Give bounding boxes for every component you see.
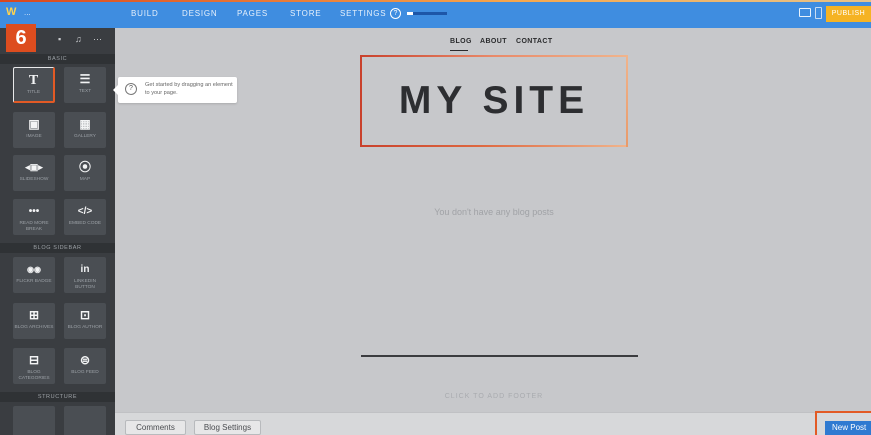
active-nav-underline [450, 50, 468, 51]
more-icon[interactable]: ⋯ [93, 34, 102, 45]
site-title-box[interactable]: MY SITE [360, 55, 628, 147]
image-icon: ▣ [28, 117, 40, 131]
progress-fill [407, 12, 413, 15]
tile-label: BLOG AUTHOR [67, 325, 103, 330]
topbar-accent-stripe [0, 0, 871, 2]
tile-blog-feed[interactable]: ⊜ BLOG FEED [64, 348, 106, 384]
editor-window: W ... BUILD DESIGN PAGES STORE SETTINGS … [0, 0, 871, 435]
brand-menu[interactable]: W ... [0, 4, 60, 24]
comments-button[interactable]: Comments [125, 420, 186, 435]
title-icon: T [28, 73, 39, 88]
image-icon[interactable]: ▪ [58, 34, 61, 44]
nav-pages[interactable]: PAGES [237, 9, 268, 18]
tile-label: READ MORE BREAK [19, 221, 49, 232]
mobile-view-icon[interactable] [815, 7, 822, 19]
tile-read-more[interactable]: ••• READ MORE BREAK [13, 199, 55, 235]
empty-blog-message: You don't have any blog posts [434, 207, 554, 217]
tile-flickr-badge[interactable]: ◉◉ FLICKR BADGE [13, 257, 55, 293]
tile-title[interactable]: T TITLE [13, 67, 55, 103]
site-nav-contact[interactable]: CONTACT [516, 38, 553, 45]
read-more-icon: ••• [28, 206, 40, 217]
step-number-badge: 6 [6, 24, 36, 52]
setup-progress-bar [407, 12, 447, 15]
brand-label: ... [24, 8, 31, 17]
map-icon: ⦿ [78, 160, 91, 174]
help-icon[interactable]: ? [390, 8, 401, 19]
linkedin-icon: in [80, 264, 90, 275]
nav-build[interactable]: BUILD [131, 9, 159, 18]
tile-label: GALLERY [73, 134, 97, 139]
footer-divider [361, 355, 638, 357]
blog-feed-icon: ⊜ [79, 353, 91, 367]
publish-button[interactable]: PUBLISH [826, 6, 871, 22]
site-nav-about[interactable]: ABOUT [480, 38, 507, 45]
tile-label: IMAGE [26, 134, 42, 139]
embed-code-icon: </> [77, 206, 93, 217]
tile-structure-1[interactable] [13, 406, 55, 435]
section-structure: STRUCTURE [0, 392, 115, 402]
tile-label: FLICKR BADGE [16, 279, 52, 284]
tile-label: LINKEDIN BUTTON [73, 279, 97, 290]
tile-slideshow[interactable]: ◂▣▸ SLIDESHOW [13, 155, 55, 191]
tile-image[interactable]: ▣ IMAGE [13, 112, 55, 148]
nav-design[interactable]: DESIGN [182, 9, 217, 18]
tile-label: TEXT [78, 89, 92, 94]
tile-structure-2[interactable] [64, 406, 106, 435]
tile-blog-categories[interactable]: ⊟ BLOG CATEGORIES [13, 348, 55, 384]
nav-settings[interactable]: SETTINGS [340, 9, 386, 18]
tile-linkedin-button[interactable]: in LINKEDIN BUTTON [64, 257, 106, 293]
site-nav-blog[interactable]: BLOG [450, 38, 472, 45]
blog-categories-icon: ⊟ [28, 353, 40, 367]
top-toolbar: W ... BUILD DESIGN PAGES STORE SETTINGS … [0, 0, 871, 28]
slideshow-icon: ◂▣▸ [25, 162, 43, 172]
tile-embed-code[interactable]: </> EMBED CODE [64, 199, 106, 235]
new-post-button[interactable]: New Post [825, 421, 871, 435]
blog-author-icon: ⊡ [79, 308, 91, 322]
title-box-border-top [360, 55, 628, 57]
weebly-logo-icon: W [6, 6, 17, 18]
question-icon: ? [125, 83, 137, 95]
flickr-icon: ◉◉ [27, 265, 41, 274]
text-icon: ☰ [79, 72, 91, 86]
desktop-view-icon[interactable] [799, 8, 811, 17]
blog-settings-button[interactable]: Blog Settings [194, 420, 261, 435]
tile-label: BLOG FEED [71, 370, 99, 375]
tile-text[interactable]: ☰ TEXT [64, 67, 106, 103]
tile-label: EMBED CODE [68, 221, 102, 226]
gallery-icon: ▦ [79, 117, 91, 131]
tile-label: BLOG CATEGORIES [18, 370, 50, 381]
site-title[interactable]: MY SITE [360, 79, 628, 123]
section-blog-sidebar: BLOG SIDEBAR [0, 243, 115, 253]
section-basic: BASIC [0, 54, 115, 64]
tile-label: SLIDESHOW [19, 177, 49, 182]
blog-archives-icon: ⊞ [28, 308, 40, 322]
drag-hint-tooltip: ? Get started by dragging an element to … [113, 77, 237, 103]
music-icon[interactable]: ♫ [75, 34, 82, 44]
tile-label: TITLE [26, 90, 41, 95]
tile-map[interactable]: ⦿ MAP [64, 155, 106, 191]
footer-placeholder[interactable]: CLICK TO ADD FOOTER [360, 393, 628, 400]
tile-label: MAP [79, 177, 91, 182]
tooltip-text: Get started by dragging an element to yo… [145, 82, 233, 96]
element-sidebar: ▪ ♫ ⋯ BASIC T TITLE ☰ TEXT ▣ IMAGE ▦ GAL… [0, 28, 115, 435]
tile-blog-author[interactable]: ⊡ BLOG AUTHOR [64, 303, 106, 339]
nav-store[interactable]: STORE [290, 9, 321, 18]
tile-blog-archives[interactable]: ⊞ BLOG ARCHIVES [13, 303, 55, 339]
tile-label: BLOG ARCHIVES [14, 325, 54, 330]
title-box-border-bottom [360, 145, 628, 147]
tile-gallery[interactable]: ▦ GALLERY [64, 112, 106, 148]
